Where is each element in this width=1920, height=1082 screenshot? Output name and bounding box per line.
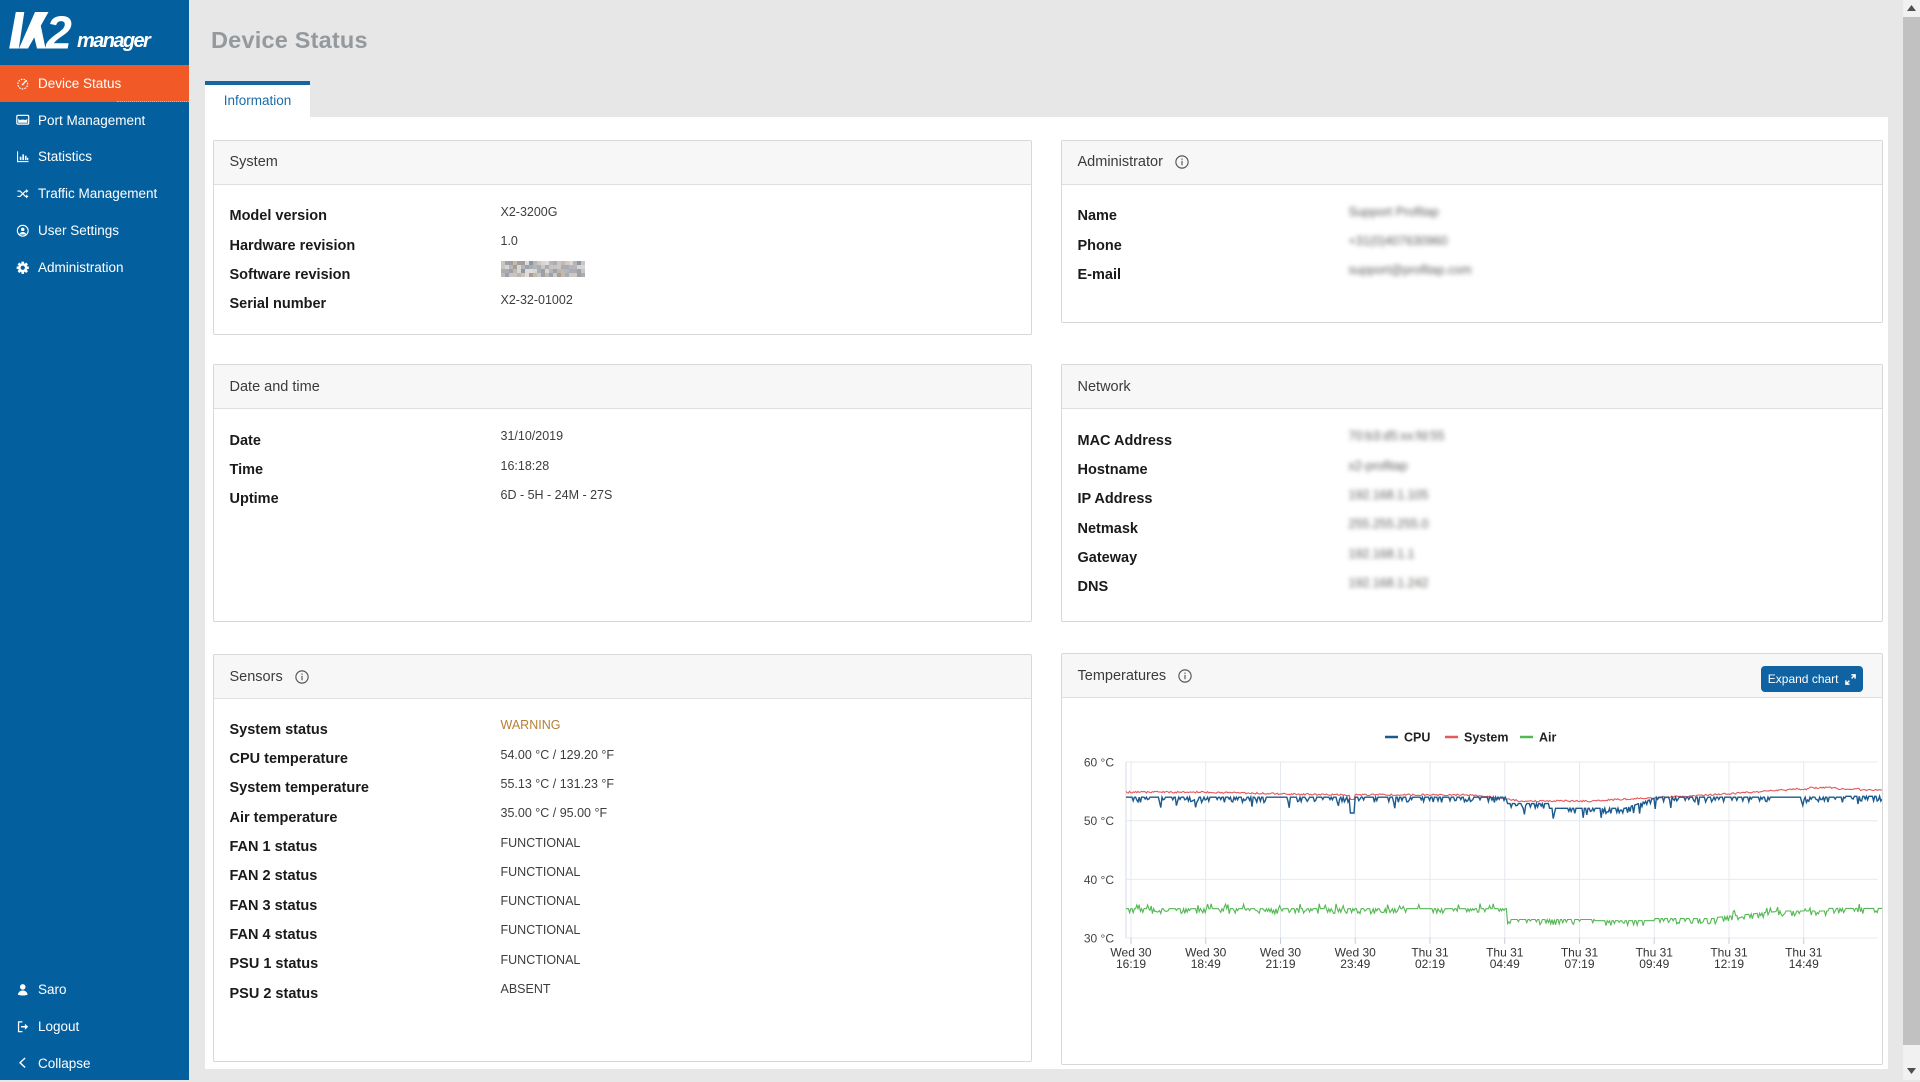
- svg-text:CPU: CPU: [1404, 731, 1430, 745]
- svg-text:System: System: [1464, 731, 1508, 745]
- svg-text:14:49: 14:49: [1788, 957, 1818, 971]
- svg-text:Air: Air: [1539, 731, 1557, 745]
- svg-text:16:19: 16:19: [1115, 957, 1145, 971]
- svg-text:60 °C: 60 °C: [1083, 756, 1113, 770]
- svg-text:02:19: 02:19: [1414, 957, 1444, 971]
- svg-text:manager: manager: [77, 30, 152, 52]
- svg-text:07:19: 07:19: [1564, 957, 1594, 971]
- svg-text:09:49: 09:49: [1639, 957, 1669, 971]
- svg-text:30 °C: 30 °C: [1083, 932, 1113, 946]
- svg-text:2: 2: [45, 7, 72, 59]
- svg-text:50 °C: 50 °C: [1083, 814, 1113, 828]
- svg-text:04:49: 04:49: [1489, 957, 1519, 971]
- svg-text:18:49: 18:49: [1190, 957, 1220, 971]
- svg-text:21:19: 21:19: [1265, 957, 1295, 971]
- svg-text:12:19: 12:19: [1713, 957, 1743, 971]
- svg-text:23:49: 23:49: [1340, 957, 1370, 971]
- svg-text:40 °C: 40 °C: [1083, 873, 1113, 887]
